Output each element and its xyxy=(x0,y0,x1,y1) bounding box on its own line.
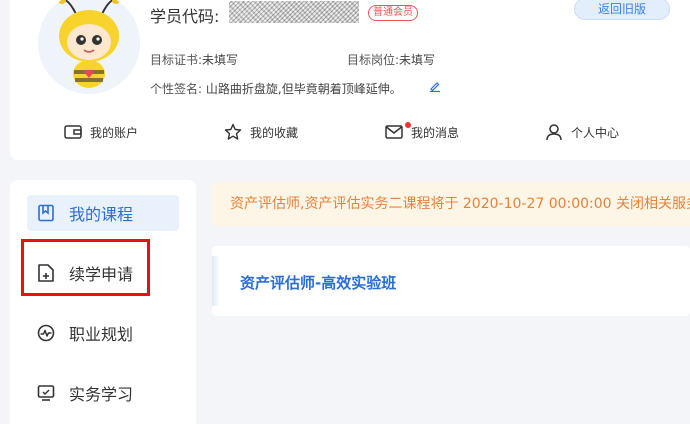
my-messages-link[interactable]: 我的消息 xyxy=(385,120,459,144)
monitor-icon xyxy=(37,385,55,401)
signature-field: 个性签名: 山路曲折盘旋,但毕竟朝着顶峰延伸。 xyxy=(150,80,402,97)
my-favorites-label: 我的收藏 xyxy=(250,125,299,140)
profile-card: 学员代码: 普通会员 返回旧版 目标证书:未填写 目标岗位:未填写 个性签名: … xyxy=(10,0,690,160)
sidebar-item-career-planning[interactable]: 职业规划 xyxy=(27,315,179,351)
edit-icon[interactable] xyxy=(429,80,441,92)
user-icon xyxy=(546,124,562,141)
my-account-label: 我的账户 xyxy=(90,125,139,140)
sidebar-item-my-courses[interactable]: 我的课程 xyxy=(27,195,179,231)
course-title[interactable]: 资产评估师-高效实验班 xyxy=(240,272,396,293)
personal-center-label: 个人中心 xyxy=(571,125,620,140)
star-icon xyxy=(224,123,242,140)
bookmark-icon xyxy=(38,204,54,222)
avatar xyxy=(38,0,140,94)
personal-center-link[interactable]: 个人中心 xyxy=(545,120,619,144)
sidebar-item-label: 实务学习 xyxy=(69,385,134,404)
pulse-icon xyxy=(37,324,55,342)
sidebar-item-renewal-application[interactable]: 续学申请 xyxy=(27,255,179,291)
my-messages-label: 我的消息 xyxy=(411,125,460,140)
student-code-redacted xyxy=(229,1,359,23)
target-job-value: 未填写 xyxy=(399,53,436,67)
mail-icon xyxy=(385,125,403,139)
course-closing-notice: 资产评估师,资产评估实务二课程将于 2020-10-27 00:00:00 关闭… xyxy=(212,182,690,226)
target-job-label: 目标岗位: xyxy=(347,53,400,67)
course-card[interactable]: 资产评估师-高效实验班 xyxy=(212,246,690,316)
signature-value: 山路曲折盘旋,但毕竟朝着顶峰延伸。 xyxy=(205,82,402,96)
sidebar-item-label: 我的课程 xyxy=(69,205,134,224)
target-cert-value: 未填写 xyxy=(202,53,239,67)
bee-mascot-icon xyxy=(38,0,140,94)
sidebar-item-label: 职业规划 xyxy=(69,325,134,344)
wallet-icon xyxy=(64,125,82,139)
target-cert-field: 目标证书:未填写 xyxy=(150,51,238,68)
file-add-icon xyxy=(38,264,54,282)
member-badge: 普通会员 xyxy=(368,5,418,21)
student-code-label: 学员代码: xyxy=(150,7,220,26)
my-account-link[interactable]: 我的账户 xyxy=(64,120,138,144)
signature-label: 个性签名: xyxy=(150,82,203,96)
course-card-stripe xyxy=(212,256,220,306)
target-job-field: 目标岗位:未填写 xyxy=(347,51,435,68)
unread-dot xyxy=(405,122,411,128)
sidebar: 我的课程 续学申请 职业规划 实务学习 xyxy=(10,180,196,424)
my-favorites-link[interactable]: 我的收藏 xyxy=(224,120,298,144)
target-cert-label: 目标证书: xyxy=(150,53,203,67)
sidebar-item-practical-study[interactable]: 实务学习 xyxy=(27,375,179,411)
sidebar-item-label: 续学申请 xyxy=(69,265,134,284)
back-to-old-version-button[interactable]: 返回旧版 xyxy=(574,0,670,20)
